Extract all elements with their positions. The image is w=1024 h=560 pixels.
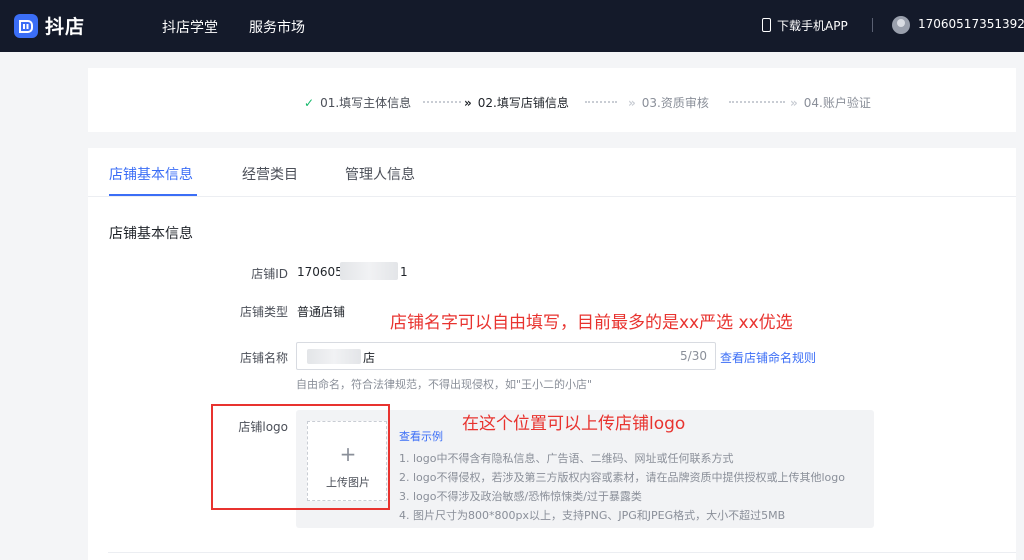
download-app-link[interactable]: 下载手机APP (777, 17, 848, 34)
check-icon: ✓ (304, 96, 315, 110)
annotation-shop-name: 店铺名字可以自由填写，目前最多的是xx严选 xx优选 (390, 313, 793, 333)
shop-id-prefix: 170605 (297, 265, 343, 279)
section-title: 店铺基本信息 (109, 226, 193, 242)
step-3-label: 03.资质审核 (641, 96, 709, 110)
double-chevron-icon: » (790, 96, 798, 110)
step-2-label: 02.填写店铺信息 (477, 96, 569, 110)
logo-rule: 4. 图片尺寸为800*800px以上，支持PNG、JPG和JPEG格式，大小不… (399, 509, 786, 522)
shop-type-label: 店铺类型 (239, 305, 288, 319)
step-3: » 03.资质审核 (628, 94, 709, 111)
annotation-highlight-box (211, 404, 390, 510)
top-bar: 抖店 抖店学堂 服务市场 下载手机APP 17060517351392 (0, 0, 1024, 52)
nav-service-market[interactable]: 服务市场 (249, 17, 305, 37)
naming-rules-link[interactable]: 查看店铺命名规则 (720, 349, 816, 366)
shop-name-input[interactable]: 店 5/30 (296, 342, 716, 370)
tab-basic-info[interactable]: 店铺基本信息 (109, 164, 193, 184)
step-1: ✓ 01.填写主体信息 (304, 94, 411, 111)
step-connector (585, 101, 617, 103)
tab-business-category[interactable]: 经营类目 (242, 164, 298, 184)
nav-academy[interactable]: 抖店学堂 (162, 17, 218, 37)
step-connector (423, 101, 461, 103)
tab-admin-info[interactable]: 管理人信息 (345, 164, 415, 184)
shop-name-label: 店铺名称 (239, 351, 288, 365)
avatar[interactable] (892, 16, 910, 34)
steps-progress: ✓ 01.填写主体信息 » 02.填写店铺信息 » 03.资质审核 » 04.账户验证 (88, 68, 1016, 132)
annotation-logo: 在这个位置可以上传店铺logo (462, 414, 686, 434)
bottom-divider (108, 552, 1016, 553)
shop-name-hint: 自由命名，符合法律规范，不得出现侵权，如"王小二的小店" (296, 378, 593, 391)
shop-type-value: 普通店铺 (297, 305, 346, 319)
shop-name-value: 店 (363, 351, 376, 365)
phone-icon (762, 18, 771, 32)
tabs-divider (88, 196, 1016, 197)
logo-text[interactable]: 抖店 (45, 12, 85, 39)
logo-rule: 1. logo中不得含有隐私信息、广告语、二维码、网址或任何联系方式 (399, 452, 734, 465)
shop-name-masked (307, 349, 361, 364)
double-chevron-icon: » (464, 96, 472, 110)
account-name[interactable]: 17060517351392 (918, 17, 1024, 31)
logo-rule: 3. logo不得涉及政治敏感/恐怖惊悚类/过于暴露类 (399, 490, 642, 503)
view-example-link[interactable]: 查看示例 (399, 428, 443, 444)
double-chevron-icon: » (628, 96, 636, 110)
step-2: » 02.填写店铺信息 (464, 94, 569, 111)
shop-id-suffix: 1 (400, 265, 408, 279)
step-connector (729, 101, 785, 103)
shop-name-char-count: 5/30 (680, 349, 707, 363)
step-4-label: 04.账户验证 (803, 96, 871, 110)
step-1-label: 01.填写主体信息 (320, 96, 412, 110)
logo-rule: 2. logo不得侵权，若涉及第三方版权内容或素材，请在品牌资质中提供授权或上传… (399, 471, 845, 484)
doudian-logo-icon[interactable] (14, 14, 38, 38)
shop-id-label: 店铺ID (251, 267, 288, 281)
shop-id-masked (340, 262, 398, 280)
step-4: » 04.账户验证 (790, 94, 871, 111)
header-divider (872, 18, 873, 32)
